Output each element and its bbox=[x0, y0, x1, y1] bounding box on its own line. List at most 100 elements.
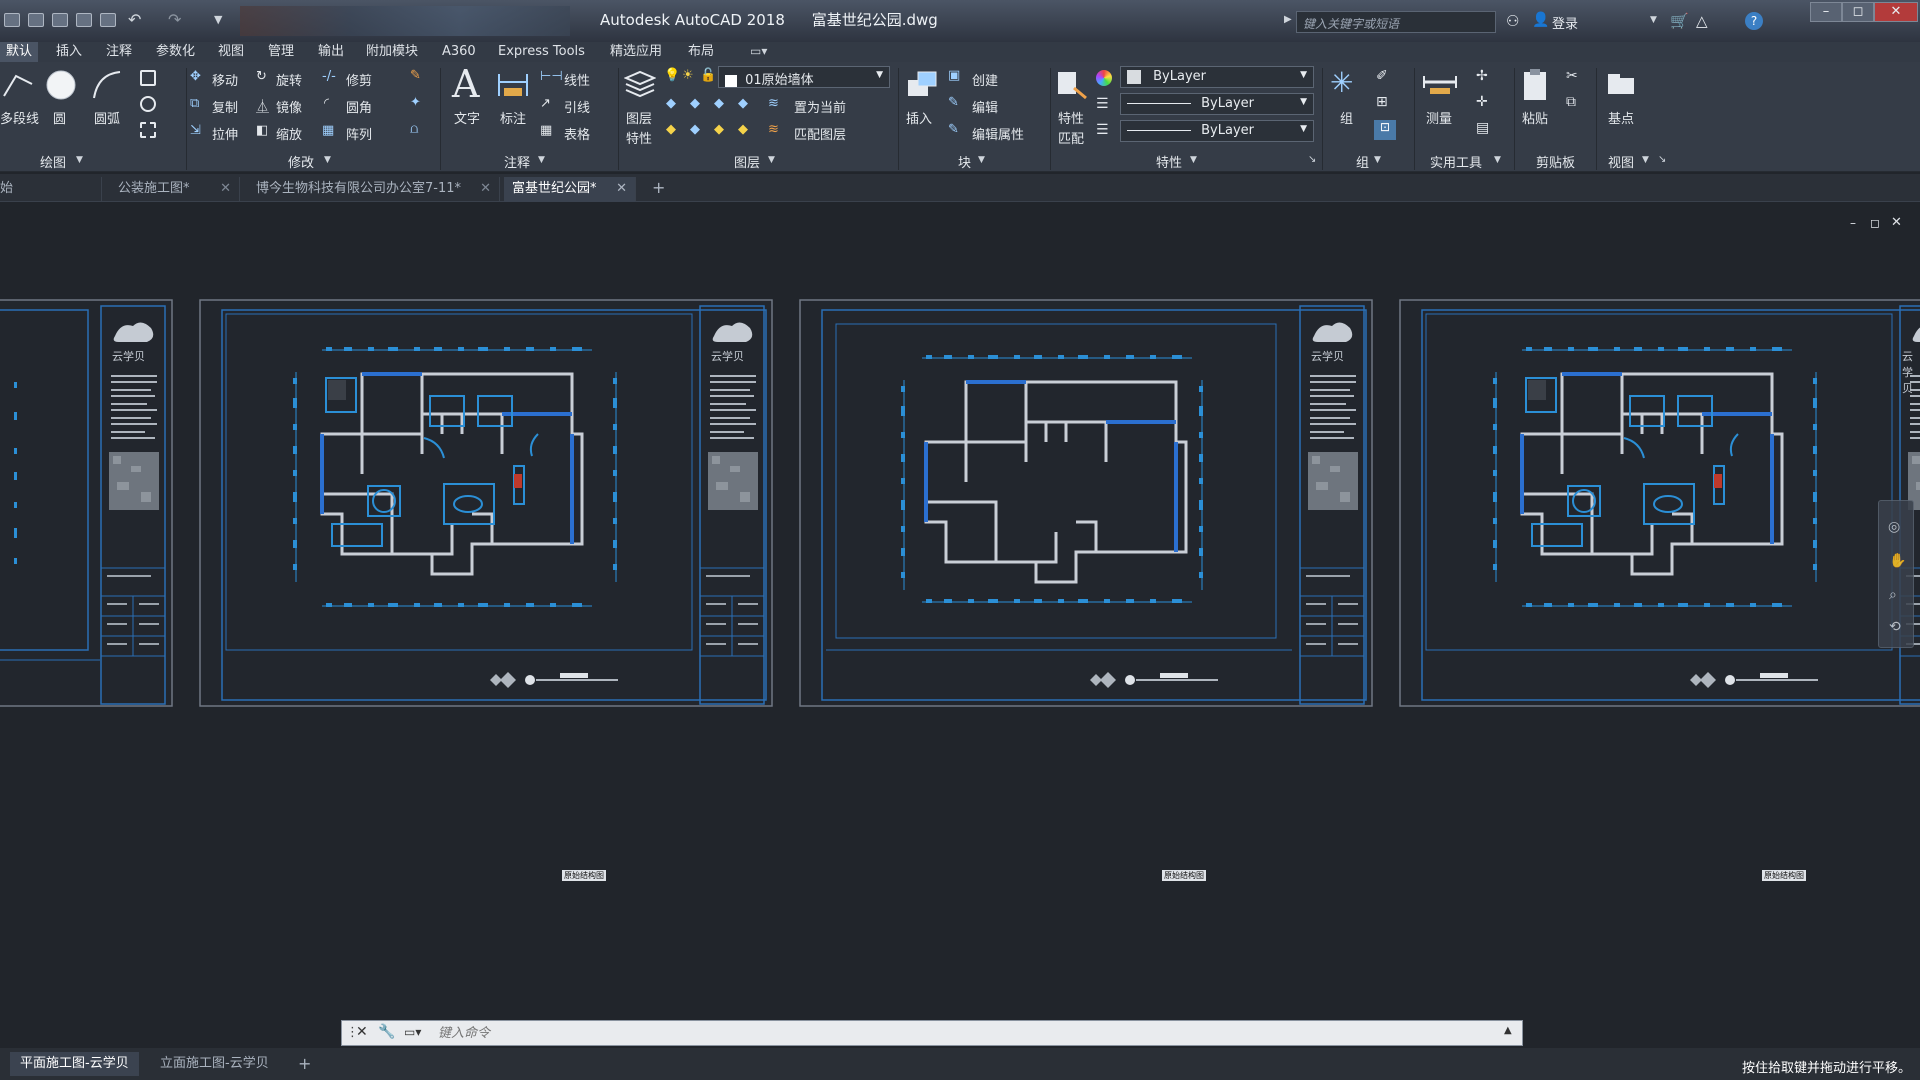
trim-icon[interactable]: -/- bbox=[322, 69, 336, 84]
base-point-label[interactable]: 基点 bbox=[1608, 108, 1634, 127]
group-select-icon[interactable]: ⊡ bbox=[1374, 120, 1396, 140]
save-icon[interactable] bbox=[52, 13, 68, 27]
circle-label[interactable]: 圆 bbox=[53, 108, 66, 127]
groups-panel-title[interactable]: 组 bbox=[1356, 152, 1369, 171]
layers-panel-expand-icon[interactable]: ▼ bbox=[768, 155, 775, 165]
fillet-label[interactable]: 圆角 bbox=[346, 97, 372, 116]
annotation-panel-expand-icon[interactable]: ▼ bbox=[538, 155, 545, 165]
pan-icon[interactable]: ✋ bbox=[1889, 553, 1906, 569]
save-as-icon[interactable] bbox=[76, 13, 92, 27]
zoom-extents-icon[interactable]: ⌕ bbox=[1889, 587, 1897, 603]
utilities-panel-expand-icon[interactable]: ▼ bbox=[1494, 155, 1501, 165]
tab-output[interactable]: 输出 bbox=[312, 42, 350, 62]
layout-tab-elevation[interactable]: 立面施工图-云学贝 bbox=[150, 1052, 279, 1076]
modify-panel-title[interactable]: 修改 bbox=[288, 152, 314, 171]
offset-icon[interactable]: ⩍ bbox=[410, 122, 418, 137]
view-panel-title[interactable]: 视图 bbox=[1608, 152, 1634, 171]
hatch-icon[interactable] bbox=[140, 96, 156, 112]
match-properties-label-2[interactable]: 匹配 bbox=[1058, 128, 1084, 147]
ribbon-display-toggle-icon[interactable]: ▭▾ bbox=[750, 44, 767, 58]
edit-attributes-icon[interactable]: ✎ bbox=[948, 122, 959, 137]
polyline-icon[interactable] bbox=[2, 70, 36, 100]
cut-icon[interactable]: ✂ bbox=[1566, 68, 1578, 84]
create-block-label[interactable]: 创建 bbox=[972, 70, 998, 89]
tab-express-tools[interactable]: Express Tools bbox=[492, 42, 591, 62]
measure-icon[interactable] bbox=[1422, 70, 1458, 98]
tab-a360[interactable]: A360 bbox=[436, 42, 482, 62]
new-doc-tab-icon[interactable]: + bbox=[652, 178, 665, 197]
rotate-label[interactable]: 旋转 bbox=[276, 70, 302, 89]
text-label[interactable]: 文字 bbox=[454, 108, 480, 127]
match-properties-icon[interactable] bbox=[1054, 68, 1088, 100]
command-customize-icon[interactable]: 🔧 bbox=[378, 1024, 395, 1040]
doc-tab-public-works[interactable]: 公装施工图* ✕ bbox=[110, 177, 240, 202]
text-icon[interactable]: A bbox=[452, 62, 479, 106]
match-properties-label-1[interactable]: 特性 bbox=[1058, 108, 1084, 127]
a360-icon[interactable]: △ bbox=[1696, 12, 1708, 30]
fillet-icon[interactable]: ◜ bbox=[324, 96, 329, 111]
paste-icon[interactable] bbox=[1520, 68, 1552, 102]
layer-tool-8-icon[interactable]: ◆ bbox=[738, 122, 748, 137]
draw-panel-title[interactable]: 绘图 bbox=[40, 152, 66, 171]
command-prompt-icon[interactable]: ▭▾ bbox=[404, 1025, 421, 1039]
clipboard-panel-title[interactable]: 剪贴板 bbox=[1536, 152, 1575, 171]
new-file-icon[interactable] bbox=[4, 13, 20, 27]
search-arrow-icon[interactable]: ▶ bbox=[1284, 14, 1292, 25]
login-dropdown-icon[interactable]: ▼ bbox=[1650, 15, 1657, 25]
region-icon[interactable] bbox=[140, 122, 156, 138]
doc-tab-office[interactable]: 博今生物科技有限公司办公室7-11* ✕ bbox=[248, 177, 500, 202]
move-icon[interactable]: ✥ bbox=[190, 69, 201, 84]
cart-icon[interactable]: 🛒 bbox=[1670, 12, 1689, 30]
current-layer-select[interactable]: 01原始墙体 ▼ bbox=[718, 66, 890, 88]
layer-on-icon[interactable]: 💡 bbox=[664, 68, 680, 83]
layer-tool-1-icon[interactable]: ◆ bbox=[666, 96, 676, 111]
table-icon[interactable]: ▦ bbox=[540, 123, 552, 138]
linear-label[interactable]: 线性 bbox=[564, 70, 590, 89]
annotation-panel-title[interactable]: 注释 bbox=[504, 152, 530, 171]
layer-tool-6-icon[interactable]: ◆ bbox=[690, 122, 700, 137]
mirror-icon[interactable]: ⏅ bbox=[256, 96, 269, 115]
groups-panel-expand-icon[interactable]: ▼ bbox=[1374, 155, 1381, 165]
layer-tool-7-icon[interactable]: ◆ bbox=[714, 122, 724, 137]
properties-dialog-launcher-icon[interactable]: ↘ bbox=[1308, 154, 1316, 165]
block-panel-expand-icon[interactable]: ▼ bbox=[978, 155, 985, 165]
edit-block-label[interactable]: 编辑 bbox=[972, 97, 998, 116]
color-wheel-icon[interactable] bbox=[1096, 70, 1112, 86]
tab-addins[interactable]: 附加模块 bbox=[360, 42, 424, 62]
trim-label[interactable]: 修剪 bbox=[346, 70, 372, 89]
command-close-icon[interactable]: ✕ bbox=[356, 1024, 368, 1040]
group-icon[interactable]: ✳ bbox=[1330, 66, 1353, 99]
layer-tool-3-icon[interactable]: ◆ bbox=[714, 96, 724, 111]
doc-tab-start[interactable]: 始 bbox=[0, 177, 102, 202]
match-layer-icon[interactable]: ≋ bbox=[768, 122, 779, 137]
search-input[interactable]: 键入关键字或短语 bbox=[1296, 11, 1496, 33]
base-point-icon[interactable] bbox=[1606, 70, 1638, 98]
undo-icon[interactable]: ↶ bbox=[128, 10, 141, 29]
copy-icon[interactable]: ⧉ bbox=[190, 96, 199, 111]
create-block-icon[interactable]: ▣ bbox=[948, 68, 960, 83]
login-label[interactable]: 登录 bbox=[1552, 13, 1578, 32]
layer-properties-label-1[interactable]: 图层 bbox=[626, 108, 652, 127]
view-panel-expand-icon[interactable]: ▼ bbox=[1642, 155, 1649, 165]
tab-annotate[interactable]: 注释 bbox=[100, 42, 138, 62]
layout-tab-plan[interactable]: 平面施工图-云学贝 bbox=[10, 1052, 139, 1076]
tab-default[interactable]: 默认 bbox=[0, 42, 39, 62]
tab-featured-apps[interactable]: 精选应用 bbox=[604, 42, 668, 62]
modify-panel-expand-icon[interactable]: ▼ bbox=[324, 155, 331, 165]
id-point-icon[interactable]: ✛ bbox=[1476, 94, 1488, 110]
tab-view[interactable]: 视图 bbox=[212, 42, 250, 62]
binoculars-icon[interactable]: ⚇ bbox=[1506, 12, 1519, 30]
group-edit-icon[interactable]: ⊞ bbox=[1376, 94, 1388, 110]
arc-icon[interactable] bbox=[90, 68, 124, 102]
set-current-label[interactable]: 置为当前 bbox=[794, 97, 846, 116]
layer-lock-icon[interactable]: 🔓 bbox=[700, 68, 716, 83]
tab-layout[interactable]: 布局 bbox=[682, 42, 720, 62]
layer-tool-2-icon[interactable]: ◆ bbox=[690, 96, 700, 111]
dimension-icon[interactable] bbox=[496, 68, 530, 102]
array-label[interactable]: 阵列 bbox=[346, 124, 372, 143]
insert-block-icon[interactable] bbox=[904, 68, 940, 100]
doc-tab-close-icon[interactable]: ✕ bbox=[220, 177, 231, 201]
rotate-icon[interactable]: ↻ bbox=[256, 69, 267, 84]
layers-panel-title[interactable]: 图层 bbox=[734, 152, 760, 171]
open-file-icon[interactable] bbox=[28, 13, 44, 27]
